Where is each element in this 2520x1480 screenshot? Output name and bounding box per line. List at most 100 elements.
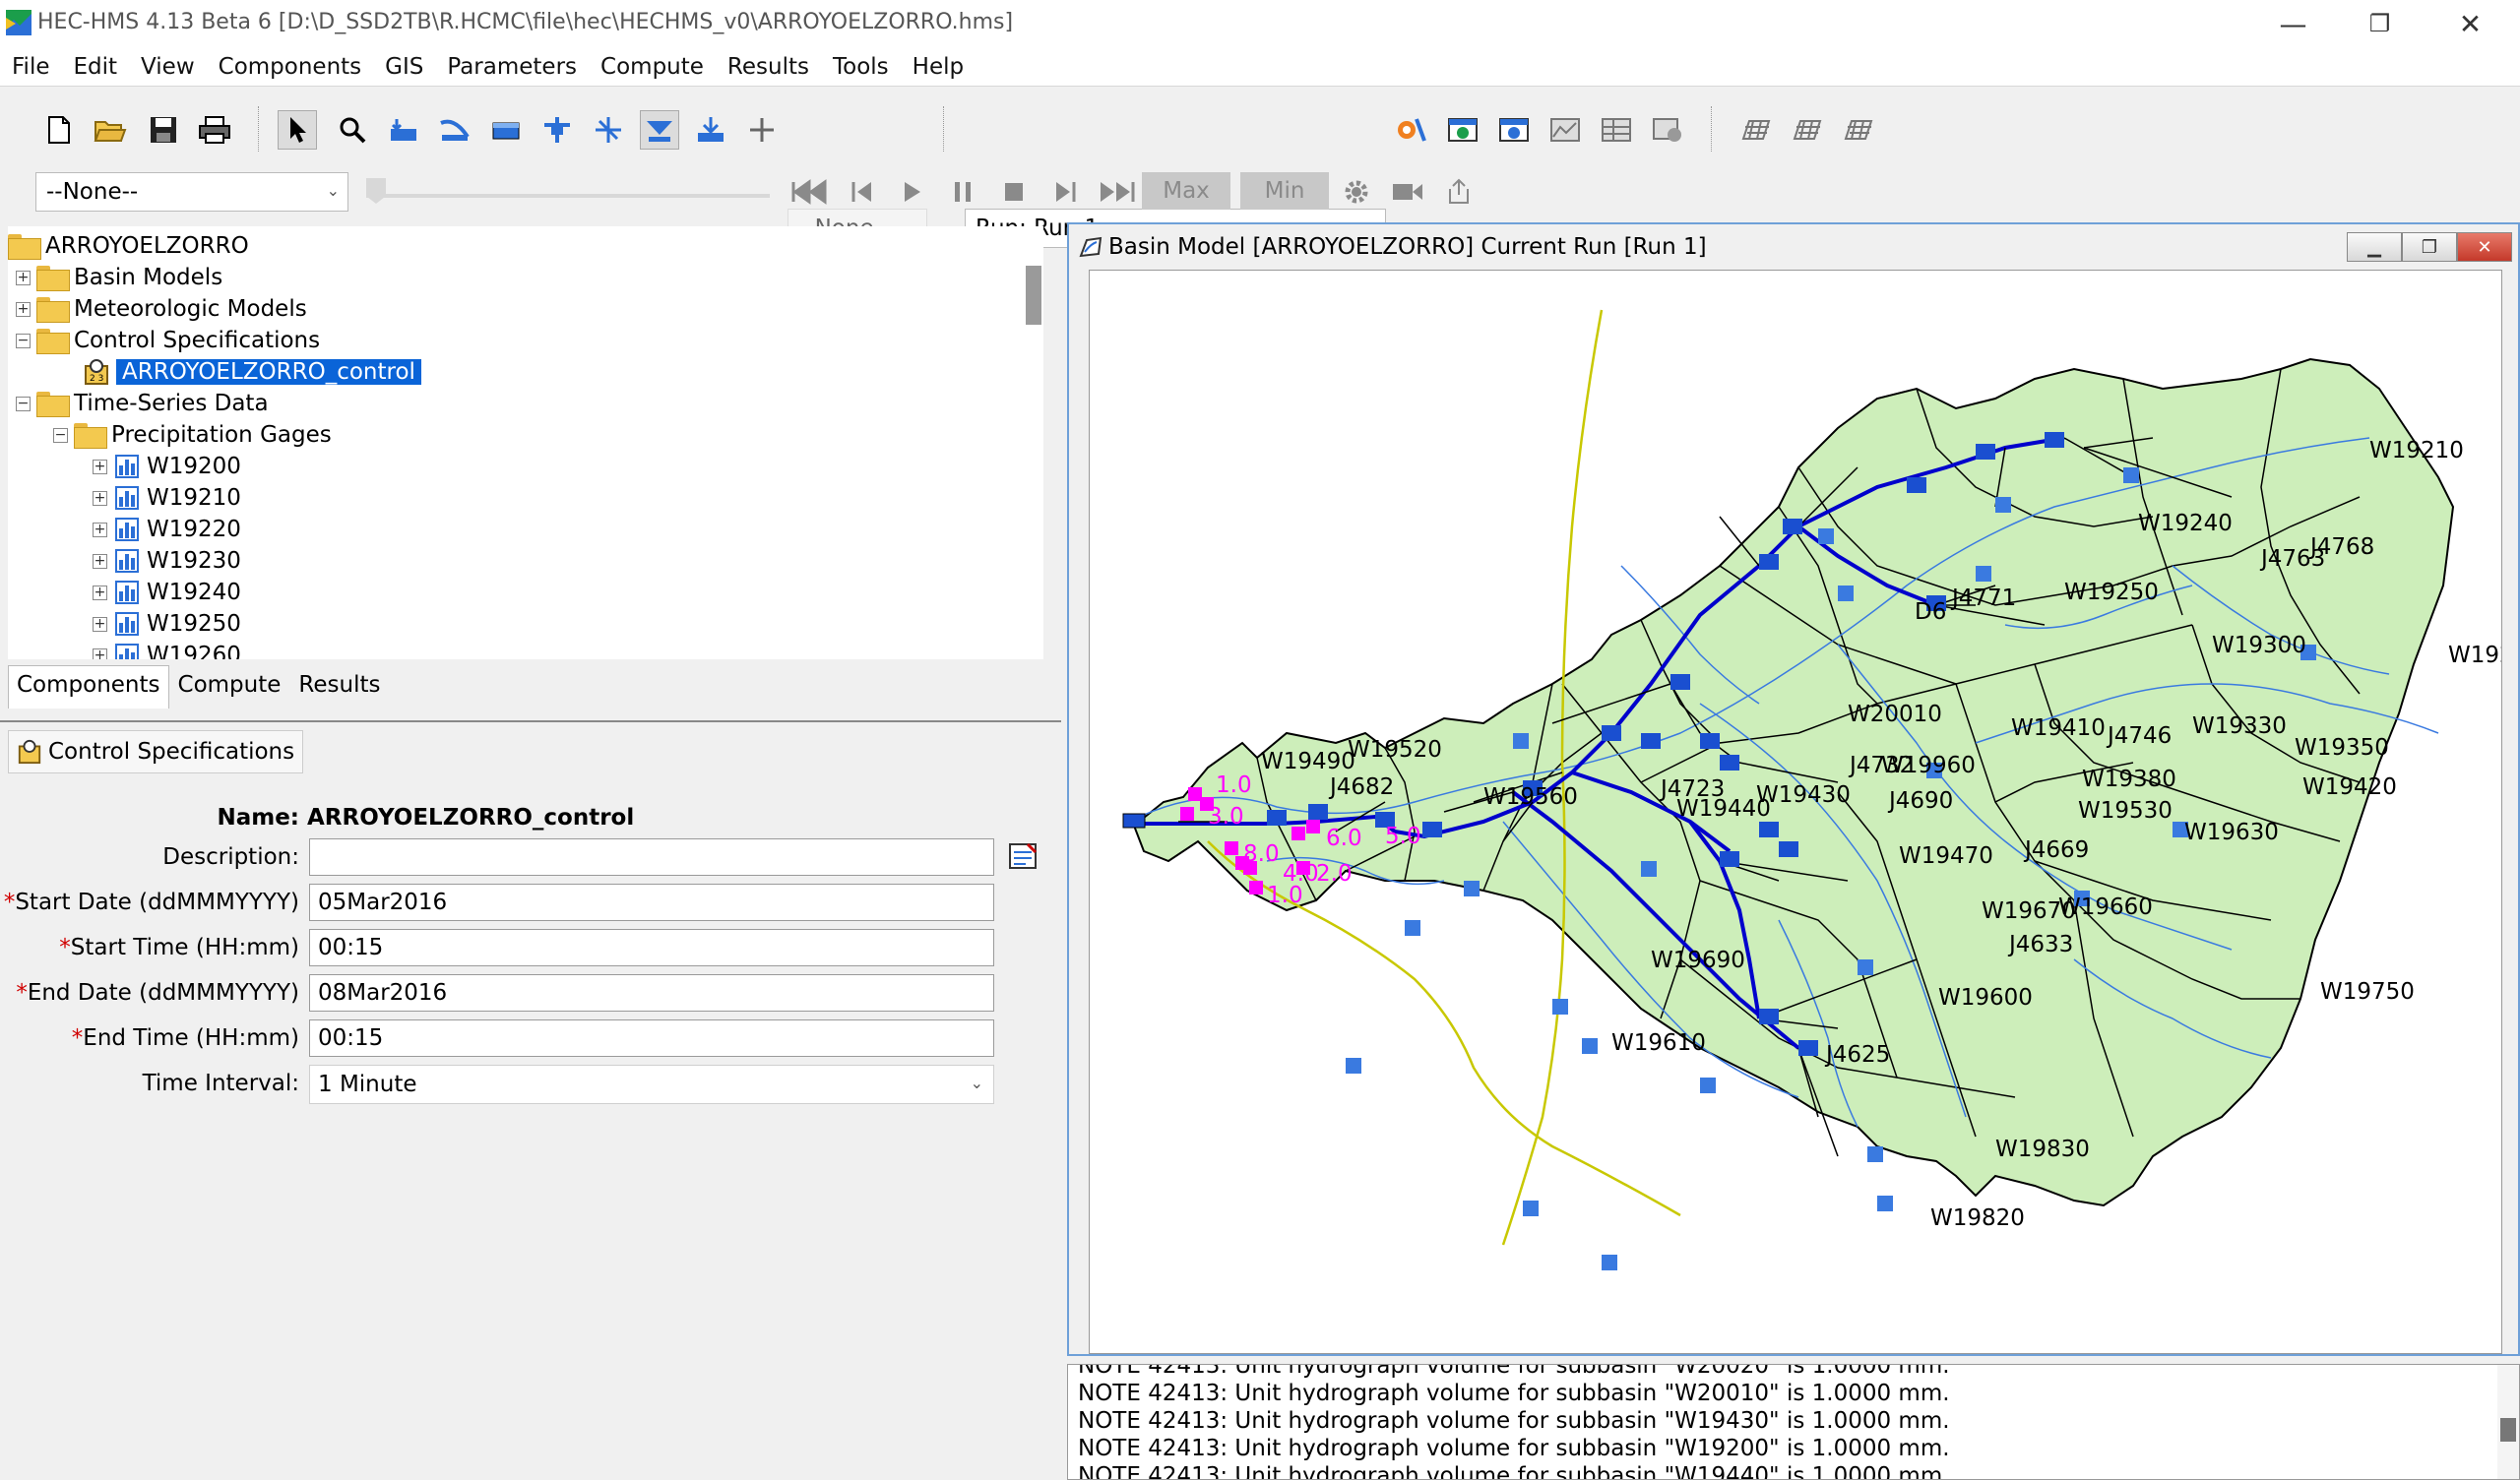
- pause-icon[interactable]: [943, 172, 982, 212]
- close-button[interactable]: ✕: [2424, 0, 2517, 47]
- arrow-select-icon[interactable]: [278, 110, 317, 150]
- expand-icon[interactable]: +: [93, 553, 107, 569]
- description-input[interactable]: [309, 838, 994, 876]
- expand-icon[interactable]: +: [93, 459, 107, 474]
- subbasin-tool-icon[interactable]: [384, 110, 423, 150]
- menu-components[interactable]: Components: [207, 54, 374, 80]
- tree-root[interactable]: ARROYOELZORRO: [8, 230, 249, 262]
- time-interval-select[interactable]: 1 Minute ⌄: [309, 1065, 994, 1104]
- grid-globe-icon-3[interactable]: [1839, 110, 1878, 150]
- expand-icon[interactable]: +: [93, 648, 107, 659]
- fast-forward-icon[interactable]: [1097, 172, 1136, 212]
- step-forward-icon[interactable]: [1045, 172, 1085, 212]
- minimize-button[interactable]: —: [2246, 0, 2340, 47]
- grid-globe-icon-1[interactable]: [1736, 110, 1776, 150]
- print-icon[interactable]: [195, 110, 234, 150]
- menu-view[interactable]: View: [129, 54, 207, 80]
- menu-compute[interactable]: Compute: [589, 54, 716, 80]
- expand-icon[interactable]: +: [93, 522, 107, 537]
- expand-icon[interactable]: +: [93, 490, 107, 506]
- tree-gage-item[interactable]: + W19250: [93, 608, 241, 640]
- tree-gage-item[interactable]: + W19220: [93, 514, 241, 545]
- slider-thumb[interactable]: [366, 178, 386, 204]
- rewind-icon[interactable]: [789, 172, 829, 212]
- min-button[interactable]: Min: [1240, 172, 1329, 210]
- menu-gis[interactable]: GIS: [373, 54, 435, 80]
- tree-scrollbar[interactable]: [1024, 226, 1043, 659]
- export-icon[interactable]: [1439, 172, 1479, 212]
- none-select-animation[interactable]: --None-- ⌄: [35, 172, 348, 212]
- collapse-icon[interactable]: −: [16, 333, 31, 348]
- tree-gage-item[interactable]: + W19260: [93, 640, 241, 659]
- menu-edit[interactable]: Edit: [62, 54, 130, 80]
- collapse-icon[interactable]: −: [16, 396, 31, 411]
- junction-tool-icon[interactable]: [537, 110, 577, 150]
- tab-components[interactable]: Components: [8, 665, 169, 709]
- basin-restore-button[interactable]: ❐: [2402, 232, 2457, 262]
- save-icon[interactable]: [144, 110, 183, 150]
- tree-precip-gages[interactable]: − Precipitation Gages: [53, 419, 332, 451]
- basin-map[interactable]: W19210 W19240 J4768 J4763 D6 J4771 W1925…: [1089, 270, 2502, 1354]
- tree-control-item[interactable]: 2 3 ARROYOELZORRO_control: [83, 356, 421, 388]
- expand-icon[interactable]: +: [93, 585, 107, 600]
- tree-gage-item[interactable]: + W19200: [93, 451, 241, 482]
- tree-time-series[interactable]: − Time-Series Data: [16, 388, 269, 419]
- global-summary-icon[interactable]: [1443, 110, 1482, 150]
- basin-window-titlebar[interactable]: Basin Model [ARROYOELZORRO] Current Run …: [1069, 224, 2518, 270]
- time-series-table-icon[interactable]: [1648, 110, 1687, 150]
- tree-control-specs[interactable]: − Control Specifications: [16, 325, 320, 356]
- log-scrollbar-thumb[interactable]: [2500, 1418, 2516, 1442]
- tree-gage-item[interactable]: + W19240: [93, 577, 241, 608]
- expand-icon[interactable]: +: [16, 301, 31, 317]
- tree-gage-item[interactable]: + W19210: [93, 482, 241, 514]
- menu-file[interactable]: File: [0, 54, 62, 80]
- step-back-icon[interactable]: [843, 172, 882, 212]
- basin-close-button[interactable]: ✕: [2457, 232, 2512, 262]
- menu-results[interactable]: Results: [716, 54, 821, 80]
- tree-gage-item[interactable]: + W19230: [93, 545, 241, 577]
- log-scrollbar[interactable]: [2497, 1365, 2519, 1479]
- start-date-input[interactable]: 05Mar2016: [309, 884, 994, 921]
- reservoir-tool-icon[interactable]: [486, 110, 526, 150]
- diversion-tool-icon[interactable]: [589, 110, 628, 150]
- menu-tools[interactable]: Tools: [821, 54, 901, 80]
- sink-tool-icon[interactable]: [691, 110, 730, 150]
- expand-icon[interactable]: +: [93, 616, 107, 632]
- tree-basin-models[interactable]: + Basin Models: [16, 262, 222, 293]
- start-time-input[interactable]: 00:15: [309, 929, 994, 966]
- zoom-icon[interactable]: [333, 110, 372, 150]
- add-point-icon[interactable]: [742, 110, 782, 150]
- description-editor-icon[interactable]: [1008, 840, 1040, 872]
- panel-divider[interactable]: [0, 720, 1061, 722]
- end-time-input[interactable]: 00:15: [309, 1019, 994, 1057]
- basin-minimize-button[interactable]: ▁: [2347, 232, 2402, 262]
- video-camera-icon[interactable]: [1388, 172, 1427, 212]
- control-specs-tab[interactable]: Control Specifications: [8, 730, 304, 773]
- settings-gear-icon[interactable]: [1337, 172, 1376, 212]
- time-slider[interactable]: [366, 176, 770, 206]
- tree-scrollbar-thumb[interactable]: [1026, 266, 1041, 325]
- end-date-input[interactable]: 08Mar2016: [309, 974, 994, 1012]
- maximize-button[interactable]: ❐: [2333, 0, 2426, 47]
- basin-map-svg[interactable]: W19210 W19240 J4768 J4763 D6 J4771 W1925…: [1090, 271, 2502, 1354]
- table-icon[interactable]: [1597, 110, 1636, 150]
- collapse-icon[interactable]: −: [53, 427, 68, 443]
- map-label: W19820: [1930, 1205, 2025, 1231]
- menu-parameters[interactable]: Parameters: [435, 54, 589, 80]
- stop-icon[interactable]: [994, 172, 1034, 212]
- max-button[interactable]: Max: [1142, 172, 1230, 210]
- element-summary-icon[interactable]: [1494, 110, 1534, 150]
- play-icon[interactable]: [892, 172, 931, 212]
- tab-compute[interactable]: Compute: [169, 665, 290, 709]
- new-file-icon[interactable]: [39, 110, 79, 150]
- graph-icon[interactable]: [1545, 110, 1585, 150]
- reach-tool-icon[interactable]: [435, 110, 474, 150]
- source-tool-icon[interactable]: [640, 110, 679, 150]
- open-folder-icon[interactable]: [91, 110, 130, 150]
- tree-met-models[interactable]: + Meteorologic Models: [16, 293, 307, 325]
- grid-globe-icon-2[interactable]: [1788, 110, 1827, 150]
- compute-run-icon[interactable]: [1392, 110, 1431, 150]
- expand-icon[interactable]: +: [16, 270, 31, 285]
- menu-help[interactable]: Help: [901, 54, 976, 80]
- tab-results[interactable]: Results: [289, 665, 389, 709]
